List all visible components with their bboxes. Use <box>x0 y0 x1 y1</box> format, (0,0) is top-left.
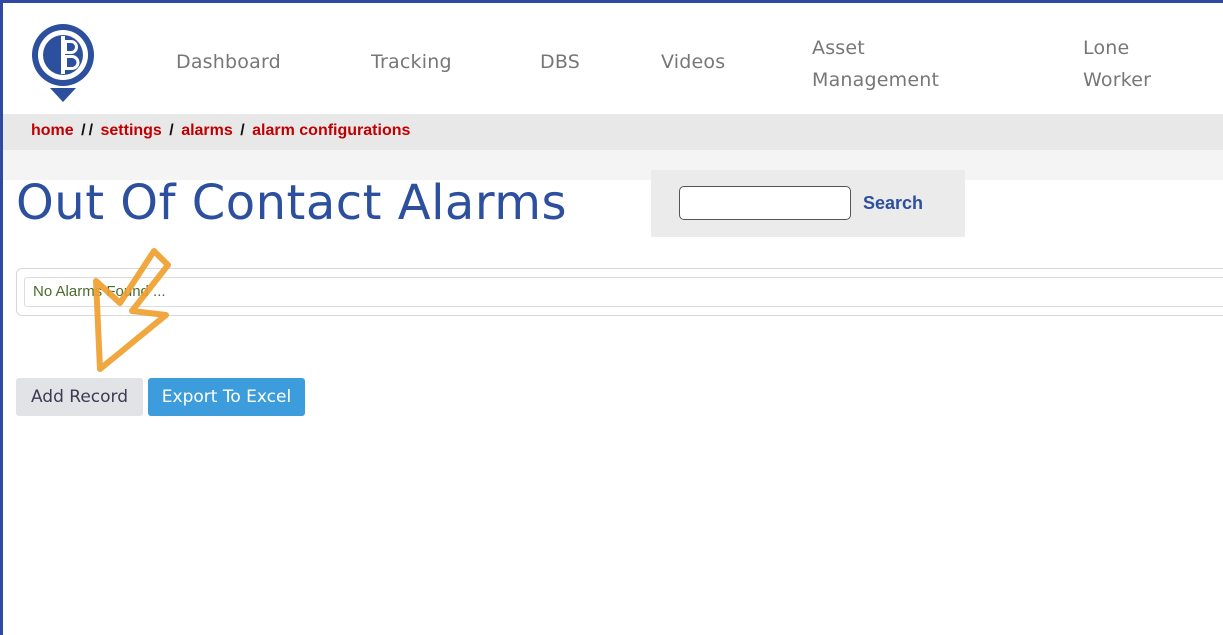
add-record-button[interactable]: Add Record <box>16 378 143 416</box>
breadcrumb: home / / settings / alarms / alarm config… <box>3 114 1223 150</box>
nav-lone-line1: Lone <box>1083 37 1130 59</box>
nav-lone-line2: Worker <box>1083 69 1152 91</box>
export-to-excel-button[interactable]: Export To Excel <box>148 378 305 416</box>
search-button[interactable]: Search <box>863 188 923 218</box>
breadcrumb-separator: / <box>81 122 86 139</box>
breadcrumb-home[interactable]: home <box>31 122 74 139</box>
nav-tracking[interactable]: Tracking <box>371 46 452 78</box>
nav-lone-worker[interactable]: Lone Worker <box>1083 32 1151 96</box>
breadcrumb-settings[interactable]: settings <box>100 122 161 139</box>
search-input[interactable] <box>679 186 851 220</box>
breadcrumb-current[interactable]: alarm configurations <box>252 122 410 139</box>
page-title: Out Of Contact Alarms <box>16 175 567 231</box>
nav-asset-line2: Management <box>812 69 940 91</box>
empty-results-message: No Alarms Found ... <box>24 277 1223 307</box>
cb-logo-icon[interactable] <box>28 22 98 104</box>
results-panel: No Alarms Found ... <box>16 268 1223 316</box>
search-panel: Search <box>651 170 965 237</box>
breadcrumb-alarms[interactable]: alarms <box>181 122 233 139</box>
nav-dashboard[interactable]: Dashboard <box>176 46 281 78</box>
nav-videos[interactable]: Videos <box>661 46 725 78</box>
breadcrumb-separator: / <box>169 122 174 139</box>
nav-dbs[interactable]: DBS <box>540 46 580 78</box>
nav-asset-management[interactable]: Asset Management <box>812 32 939 96</box>
breadcrumb-separator: / <box>240 122 245 139</box>
breadcrumb-separator: / <box>88 122 94 139</box>
nav-asset-line1: Asset <box>812 37 865 59</box>
top-navigation: Dashboard Tracking DBS Videos Asset Mana… <box>0 0 1223 114</box>
